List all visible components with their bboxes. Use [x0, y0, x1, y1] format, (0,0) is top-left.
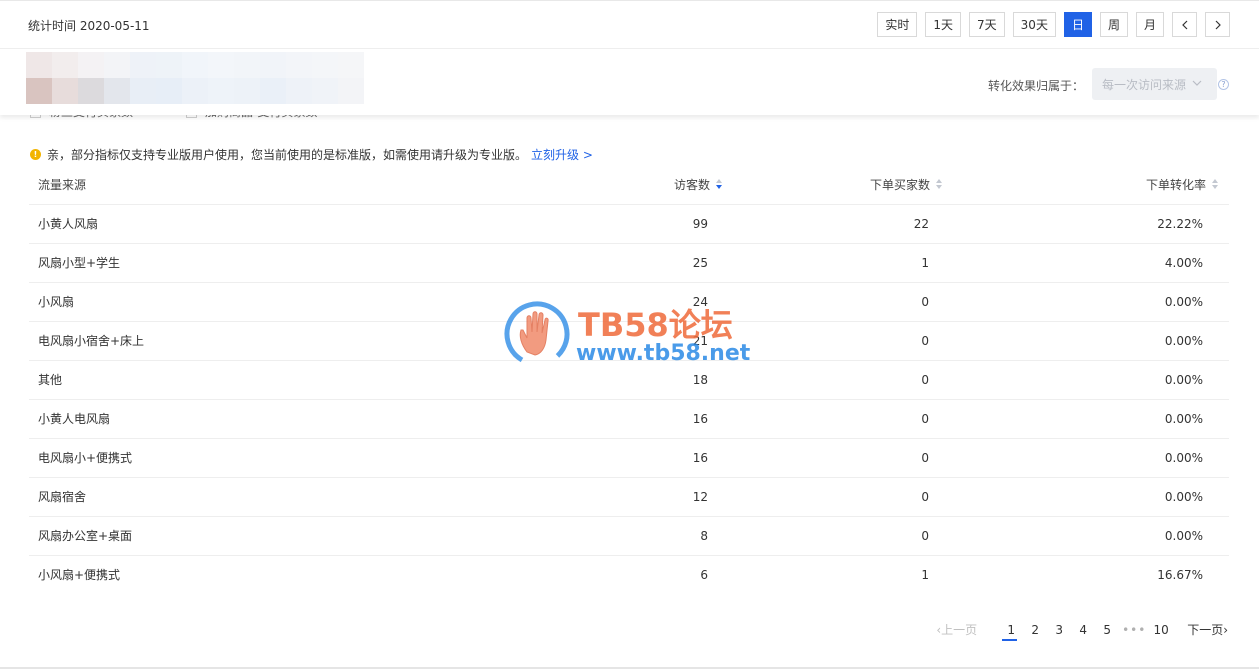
next-page-button[interactable]: 下一页›: [1187, 621, 1228, 638]
column-header-label: 下单买家数: [869, 178, 930, 192]
cell-visitors: 8: [700, 529, 708, 543]
traffic-source-table: 流量来源 访客数 下单买家数 下单转化率 小黄人风扇 99 22 22.22% …: [29, 166, 1229, 595]
watermark: TB58论坛 www.tb58.net: [503, 300, 773, 370]
column-header-label: 访客数: [673, 178, 710, 192]
page-ellipsis[interactable]: •••: [1119, 623, 1149, 637]
table-header: 流量来源 访客数 下单买家数 下单转化率: [29, 166, 1229, 205]
cell-source: 小风扇: [38, 295, 75, 309]
cell-buyers: 0: [921, 334, 929, 348]
cell-rate: 0.00%: [1164, 451, 1203, 465]
upgrade-link[interactable]: 立刻升级 >: [531, 146, 593, 163]
upgrade-notice: ! 亲，部分指标仅支持专业版用户使用，您当前使用的是标准版，如需使用请升级为专业…: [30, 146, 593, 163]
cell-rate: 0.00%: [1164, 490, 1203, 504]
help-icon[interactable]: ?: [1218, 79, 1229, 90]
period-1day-button[interactable]: 1天: [925, 12, 962, 37]
period-30day-button[interactable]: 30天: [1012, 12, 1056, 37]
cell-buyers: 22: [913, 217, 929, 231]
page-2-button[interactable]: 2: [1023, 623, 1047, 637]
cell-source: 电风扇小宿舍+床上: [38, 334, 145, 348]
cell-source: 小黄人风扇: [38, 217, 99, 231]
period-month-button[interactable]: 月: [1135, 12, 1164, 37]
sort-icon[interactable]: [936, 179, 943, 190]
cell-rate: 0.00%: [1164, 412, 1203, 426]
cell-rate: 16.67%: [1157, 568, 1203, 582]
cell-rate: 0.00%: [1164, 295, 1203, 309]
table-row: 风扇办公室+桌面 8 0 0.00%: [29, 517, 1229, 556]
chevron-down-icon: [1192, 80, 1202, 86]
cell-source: 其他: [38, 373, 63, 387]
cell-rate: 4.00%: [1164, 256, 1203, 270]
period-realtime-button[interactable]: 实时: [877, 12, 918, 37]
next-date-button[interactable]: [1205, 12, 1230, 37]
period-selector: 实时 1天 7天 30天 日 周 月: [869, 12, 1230, 37]
table-row: 风扇宿舍 12 0 0.00%: [29, 478, 1229, 517]
watermark-url: www.tb58.net: [576, 341, 751, 366]
cell-visitors: 12: [692, 490, 708, 504]
table-row: 电风扇小+便携式 16 0 0.00%: [29, 439, 1229, 478]
cell-buyers: 0: [921, 412, 929, 426]
attribution-label: 转化效果归属于：: [987, 79, 1084, 93]
cell-rate: 0.00%: [1164, 334, 1203, 348]
cell-visitors: 16: [692, 451, 708, 465]
sort-icon[interactable]: [716, 179, 723, 190]
notice-text: 亲，部分指标仅支持专业版用户使用，您当前使用的是标准版，如需使用请升级为专业版。: [47, 148, 528, 162]
cell-source: 小黄人电风扇: [38, 412, 111, 426]
column-header-rate[interactable]: 下单转化率: [1146, 166, 1219, 205]
chevron-right-icon: [1215, 20, 1221, 29]
attribution-select[interactable]: 每一次访问来源: [1092, 68, 1217, 100]
period-day-button[interactable]: 日: [1063, 12, 1092, 37]
blurred-content: [26, 52, 364, 104]
column-header-visitors[interactable]: 访客数: [674, 166, 723, 205]
cell-buyers: 0: [921, 373, 929, 387]
cell-visitors: 25: [692, 256, 708, 270]
prev-date-button[interactable]: [1172, 12, 1197, 37]
cell-buyers: 0: [921, 529, 929, 543]
stat-time: 统计时间 2020-05-11: [28, 19, 150, 33]
cell-rate: 0.00%: [1164, 373, 1203, 387]
table-row: 小黄人风扇 99 22 22.22%: [29, 205, 1229, 244]
warning-icon: !: [30, 149, 41, 160]
hand-logo-icon: [504, 301, 570, 367]
pagination: ‹上一页 1 2 3 4 5 ••• 10 下一页›: [936, 621, 1228, 641]
attribution-select-value: 每一次访问来源: [1102, 77, 1187, 92]
cell-source: 风扇宿舍: [38, 490, 87, 504]
cell-buyers: 0: [921, 451, 929, 465]
cell-rate: 0.00%: [1164, 529, 1203, 543]
period-week-button[interactable]: 周: [1099, 12, 1128, 37]
column-header-source: 流量来源: [38, 178, 87, 192]
page-3-button[interactable]: 3: [1047, 623, 1071, 637]
sort-icon[interactable]: [1212, 179, 1219, 190]
cell-source: 电风扇小+便携式: [38, 451, 133, 465]
prev-page-button[interactable]: ‹上一页: [936, 621, 977, 638]
filter-row: 转化效果归属于： 每一次访问来源 ?: [0, 49, 1259, 115]
page-5-button[interactable]: 5: [1095, 623, 1119, 637]
cell-buyers: 0: [921, 295, 929, 309]
cell-rate: 22.22%: [1157, 217, 1203, 231]
cell-buyers: 0: [921, 490, 929, 504]
table-row: 小风扇+便携式 6 1 16.67%: [29, 556, 1229, 595]
column-header-label: 下单转化率: [1145, 178, 1206, 192]
chevron-left-icon: [1181, 20, 1187, 29]
watermark-title: TB58论坛: [578, 306, 733, 344]
page-4-button[interactable]: 4: [1071, 623, 1095, 637]
cell-source: 风扇办公室+桌面: [38, 529, 133, 543]
column-header-buyers[interactable]: 下单买家数: [870, 166, 943, 205]
table-row: 风扇小型+学生 25 1 4.00%: [29, 244, 1229, 283]
page-10-button[interactable]: 10: [1149, 623, 1173, 637]
header-bar: 统计时间 2020-05-11 实时 1天 7天 30天 日 周 月: [0, 0, 1259, 49]
cell-buyers: 1: [921, 256, 929, 270]
cell-source: 风扇小型+学生: [38, 256, 121, 270]
table-row: 小黄人电风扇 16 0 0.00%: [29, 400, 1229, 439]
cell-visitors: 16: [692, 412, 708, 426]
cell-source: 小风扇+便携式: [38, 568, 121, 582]
period-7day-button[interactable]: 7天: [969, 12, 1005, 37]
cell-visitors: 6: [700, 568, 708, 582]
cell-visitors: 99: [692, 217, 708, 231]
page-1-button[interactable]: 1: [999, 623, 1023, 641]
cell-buyers: 1: [921, 568, 929, 582]
